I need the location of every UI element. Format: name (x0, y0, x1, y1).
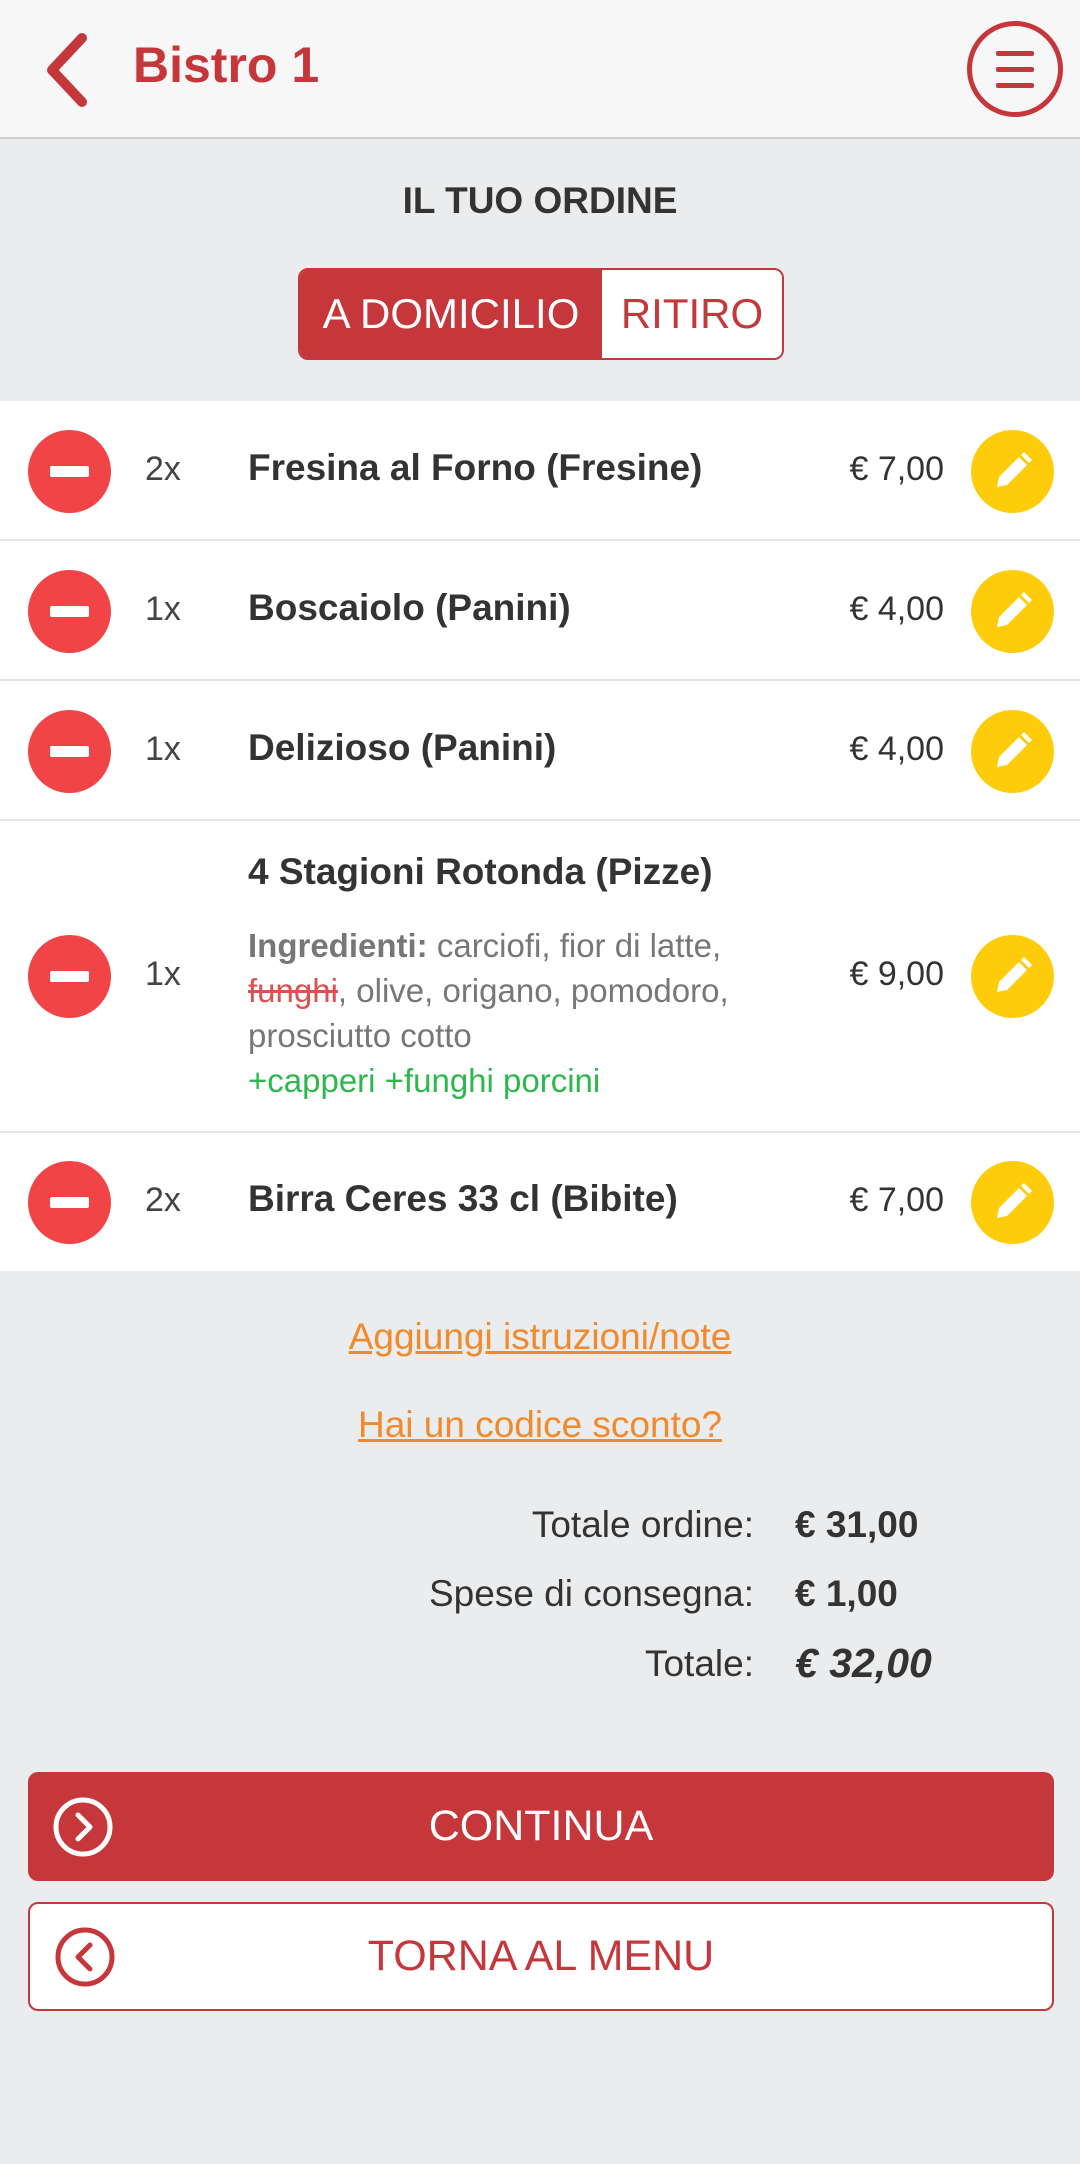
order-total-label: Totale ordine: (531, 1504, 754, 1545)
order-item: 1x Boscaiolo (Panini) € 4,00 (0, 541, 1080, 681)
pencil-icon (997, 592, 1032, 627)
remove-item-button[interactable] (28, 570, 111, 653)
item-price: € 9,00 (849, 955, 944, 993)
item-quantity: 1x (145, 730, 181, 768)
order-title: IL TUO ORDINE (402, 180, 678, 221)
discount-code-link[interactable]: Hai un codice sconto? (0, 1404, 1080, 1446)
remove-item-button[interactable] (28, 935, 111, 1018)
hamburger-menu-button[interactable] (967, 21, 1063, 117)
continue-label: CONTINUA (428, 1802, 654, 1850)
item-name: 4 Stagioni Rotonda (Pizze) (248, 851, 713, 892)
item-price: € 4,00 (849, 590, 944, 628)
edit-item-button[interactable] (971, 1161, 1054, 1244)
back-to-menu-button[interactable]: TORNA AL MENU (28, 1902, 1054, 2011)
ingredients-list: carciofi, fior di latte, (427, 927, 722, 964)
item-price: € 7,00 (849, 450, 944, 488)
continue-button[interactable]: CONTINUA (28, 1772, 1054, 1881)
back-to-menu-label: TORNA AL MENU (367, 1932, 715, 1980)
edit-item-button[interactable] (971, 430, 1054, 513)
add-notes-link[interactable]: Aggiungi istruzioni/note (0, 1316, 1080, 1358)
order-item: 2x Fresina al Forno (Fresine) € 7,00 (0, 401, 1080, 541)
chevron-left-icon[interactable] (40, 30, 100, 110)
item-name: Delizioso (Panini) (248, 727, 557, 768)
restaurant-title: Bistro 1 (133, 37, 320, 93)
item-ingredients: Ingredienti: carciofi, fior di latte, fu… (248, 923, 808, 1103)
remove-item-button[interactable] (28, 710, 111, 793)
item-price: € 4,00 (849, 730, 944, 768)
edit-item-button[interactable] (971, 570, 1054, 653)
item-price: € 7,00 (849, 1181, 944, 1219)
order-item: 1x 4 Stagioni Rotonda (Pizze) Ingredient… (0, 821, 1080, 1133)
app-header: Bistro 1 (0, 0, 1080, 139)
item-name: Birra Ceres 33 cl (Bibite) (248, 1178, 678, 1219)
item-name: Boscaiolo (Panini) (248, 587, 571, 628)
item-quantity: 1x (145, 955, 181, 993)
order-item: 1x Delizioso (Panini) € 4,00 (0, 681, 1080, 821)
delivery-mode-toggle: A DOMICILIO RITIRO (298, 268, 784, 360)
hamburger-menu-icon (996, 51, 1034, 56)
order-items-list: 2x Fresina al Forno (Fresine) € 7,00 1x … (0, 401, 1080, 1271)
remove-item-button[interactable] (28, 1161, 111, 1244)
delivery-fee-value: € 1,00 (795, 1573, 898, 1614)
item-quantity: 1x (145, 590, 181, 628)
edit-item-button[interactable] (971, 935, 1054, 1018)
order-total-value: € 31,00 (795, 1504, 919, 1545)
item-quantity: 2x (145, 1181, 181, 1219)
grand-total-label: Totale: (644, 1643, 754, 1684)
pencil-icon (997, 1183, 1032, 1218)
edit-item-button[interactable] (971, 710, 1054, 793)
grand-total-value: € 32,00 (795, 1640, 932, 1686)
added-ingredients: +capperi +funghi porcini (248, 1062, 601, 1099)
order-item: 2x Birra Ceres 33 cl (Bibite) € 7,00 (0, 1133, 1080, 1271)
pencil-icon (997, 957, 1032, 992)
item-name: Fresina al Forno (Fresine) (248, 447, 703, 488)
pencil-icon (997, 732, 1032, 767)
remove-item-button[interactable] (28, 430, 111, 513)
pencil-icon (997, 452, 1032, 487)
delivery-fee-label: Spese di consegna: (428, 1573, 754, 1614)
removed-ingredient: funghi (248, 972, 338, 1009)
pickup-option[interactable]: RITIRO (602, 270, 782, 358)
item-quantity: 2x (145, 450, 181, 488)
ingredients-label: Ingredienti: (248, 927, 428, 964)
delivery-option[interactable]: A DOMICILIO (300, 270, 602, 358)
